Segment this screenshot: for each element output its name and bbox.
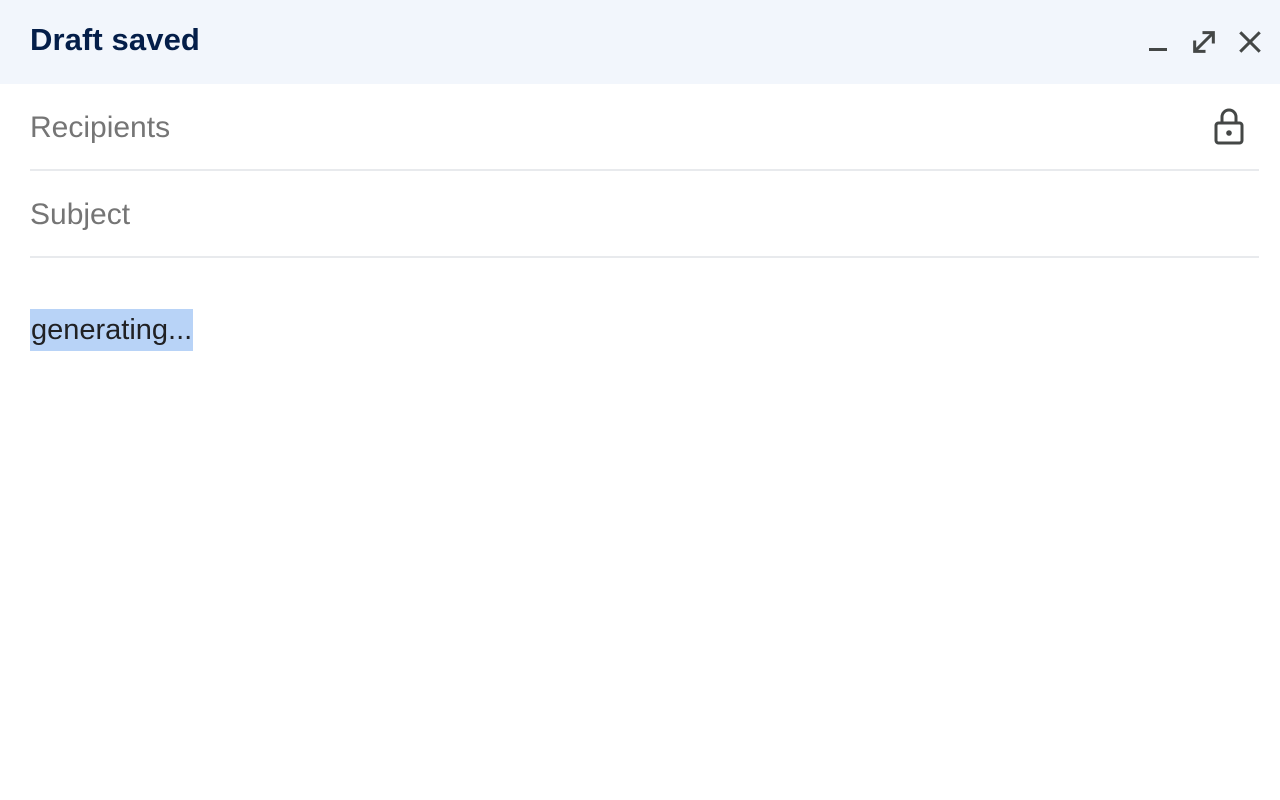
compose-header: Draft saved bbox=[0, 0, 1280, 84]
recipients-row bbox=[30, 84, 1259, 171]
subject-row bbox=[30, 171, 1259, 258]
close-button[interactable] bbox=[1230, 22, 1270, 62]
minimize-icon bbox=[1149, 48, 1167, 51]
expand-icon bbox=[1193, 31, 1215, 53]
expand-button[interactable] bbox=[1184, 22, 1224, 62]
draft-status-title: Draft saved bbox=[30, 22, 200, 57]
minimize-button[interactable] bbox=[1138, 22, 1178, 62]
subject-input[interactable] bbox=[30, 195, 1180, 235]
recipients-input[interactable] bbox=[30, 108, 1180, 148]
message-body[interactable]: generating... bbox=[30, 258, 1259, 778]
body-selected-text[interactable]: generating... bbox=[30, 309, 194, 351]
close-icon bbox=[1239, 31, 1261, 53]
compose-window: Draft saved Recipients Subject generatin… bbox=[0, 0, 1280, 800]
lock-icon[interactable] bbox=[1213, 106, 1245, 146]
